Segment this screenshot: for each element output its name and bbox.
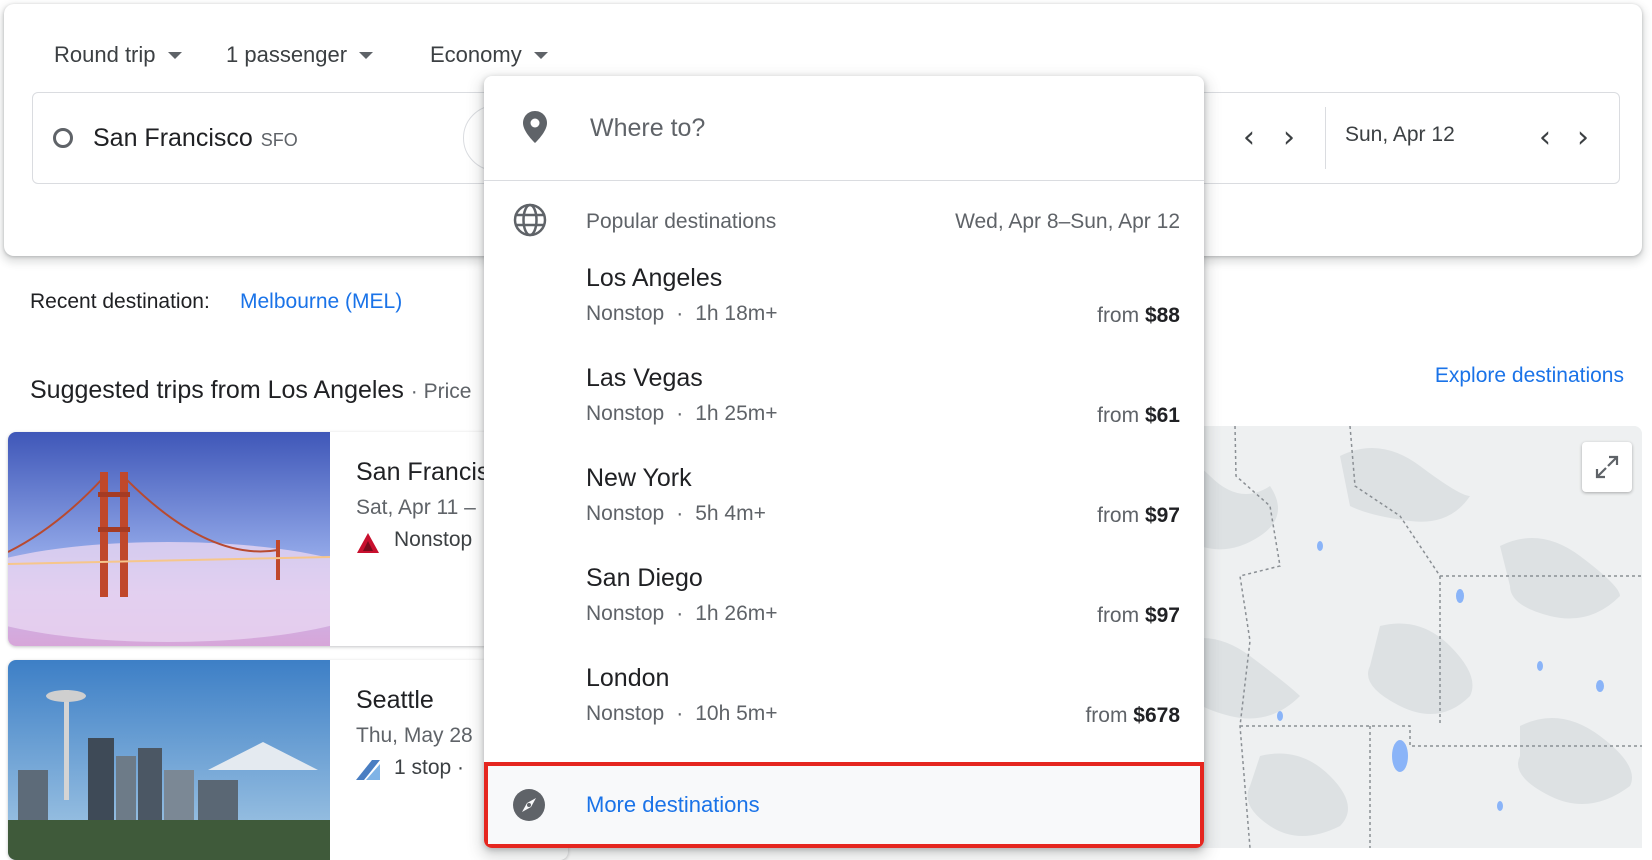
price-value: $97 [1144,604,1180,627]
caret-down-icon [359,51,374,59]
price-prefix: from [1097,504,1140,527]
price-value: $97 [1144,504,1180,527]
destination-option[interactable]: London Nonstop · 10h 5m+ from $678 [484,656,1204,758]
destinations-map[interactable] [1140,426,1642,848]
location-pin-icon [523,111,547,143]
map-canvas [1140,426,1642,848]
passengers-label: 1 passenger [226,42,348,67]
destination-name: San Diego [586,564,703,592]
trip-dates: Thu, May 28 [356,724,473,747]
origin-city: San Francisco [93,123,253,152]
globe-icon [513,203,547,237]
suggested-trips-heading: Suggested trips from Los Angeles [30,376,404,404]
compass-icon [513,789,545,821]
seattle-photo [8,660,330,860]
destination-duration: 1h 26m+ [695,602,778,625]
destination-stops: Nonstop [586,402,665,425]
recent-destination-link[interactable]: Melbourne (MEL) [240,290,402,314]
more-destinations-button[interactable]: More destinations [484,762,1204,848]
price-value: $678 [1133,704,1180,727]
destination-price: from $97 [1097,604,1180,628]
destination-duration: 1h 25m+ [695,402,778,425]
destination-option[interactable]: New York Nonstop · 5h 4m+ from $97 [484,456,1204,558]
caret-down-icon [533,51,548,59]
expand-map-button[interactable] [1582,442,1632,492]
destination-search [484,76,1204,181]
depart-prev-icon[interactable]: ‹ [1243,123,1255,153]
destination-stops: Nonstop [586,302,665,325]
popular-destinations-dates: Wed, Apr 8–Sun, Apr 12 [955,210,1180,233]
destination-name: Los Angeles [586,264,723,292]
price-prefix: from [1097,304,1140,327]
destination-meta: Nonstop · 1h 25m+ [586,402,778,425]
destination-stops: Nonstop [586,502,665,525]
caret-down-icon [167,51,182,59]
trip-stops: Nonstop [394,528,473,551]
trip-type-select[interactable]: Round trip [54,42,182,68]
return-date[interactable]: Sun, Apr 12 [1345,123,1455,147]
destination-duration: 10h 5m+ [695,702,778,725]
destination-name: New York [586,464,692,492]
divider [1325,107,1326,169]
price-prefix: from [1097,604,1140,627]
depart-next-icon[interactable]: › [1283,123,1295,153]
destination-price: from $97 [1097,504,1180,528]
destination-stops: Nonstop [586,602,665,625]
destination-name: London [586,664,670,692]
trip-stops: 1 stop · [394,756,465,779]
destination-meta: Nonstop · 10h 5m+ [586,702,778,725]
destination-price: from $88 [1097,304,1180,328]
alaska-logo-icon [356,760,380,780]
expand-icon [1595,455,1619,479]
suggested-trips-title: Suggested trips from Los Angeles · Price [30,376,471,405]
more-destinations-label: More destinations [586,792,760,817]
price-prefix: from [1085,704,1128,727]
destination-meta: Nonstop · 5h 4m+ [586,502,766,525]
passengers-select[interactable]: 1 passenger [226,42,374,68]
suggested-trips-subtitle: · Price [410,380,472,403]
popular-destinations-label: Popular destinations [586,210,777,233]
origin-circle-icon [53,128,73,148]
trip-dates: Sat, Apr 11 – [356,496,476,519]
golden-gate-photo [8,432,330,646]
popular-destinations-header: Popular destinations Wed, Apr 8–Sun, Apr… [484,182,1204,258]
destination-option[interactable]: Las Vegas Nonstop · 1h 25m+ from $61 [484,356,1204,458]
destination-stops: Nonstop [586,702,665,725]
destination-name: Las Vegas [586,364,703,392]
explore-destinations-link[interactable]: Explore destinations [1435,364,1624,388]
price-value: $61 [1144,404,1180,427]
destination-dropdown: Popular destinations Wed, Apr 8–Sun, Apr… [484,76,1204,848]
destination-price: from $61 [1097,404,1180,428]
delta-logo-icon [357,533,379,553]
return-next-icon[interactable]: › [1577,123,1589,153]
destination-price: from $678 [1085,704,1180,728]
price-prefix: from [1097,404,1140,427]
origin-field[interactable]: San Francisco SFO [33,93,298,183]
destination-duration: 5h 4m+ [695,502,766,525]
destination-meta: Nonstop · 1h 18m+ [586,302,778,325]
destination-option[interactable]: San Diego Nonstop · 1h 26m+ from $97 [484,556,1204,658]
price-value: $88 [1144,304,1180,327]
origin-code: SFO [260,129,298,150]
cabin-class-select[interactable]: Economy [430,42,548,68]
destination-input[interactable] [590,106,1150,150]
destination-duration: 1h 18m+ [695,302,778,325]
recent-destination-label: Recent destination: [30,290,210,313]
destination-option[interactable]: Los Angeles Nonstop · 1h 18m+ from $88 [484,256,1204,358]
trip-type-label: Round trip [54,42,156,67]
cabin-class-label: Economy [430,42,522,67]
destination-meta: Nonstop · 1h 26m+ [586,602,778,625]
return-prev-icon[interactable]: ‹ [1539,123,1551,153]
trip-city: Seattle [356,686,434,714]
trip-city: San Francis [356,458,490,486]
